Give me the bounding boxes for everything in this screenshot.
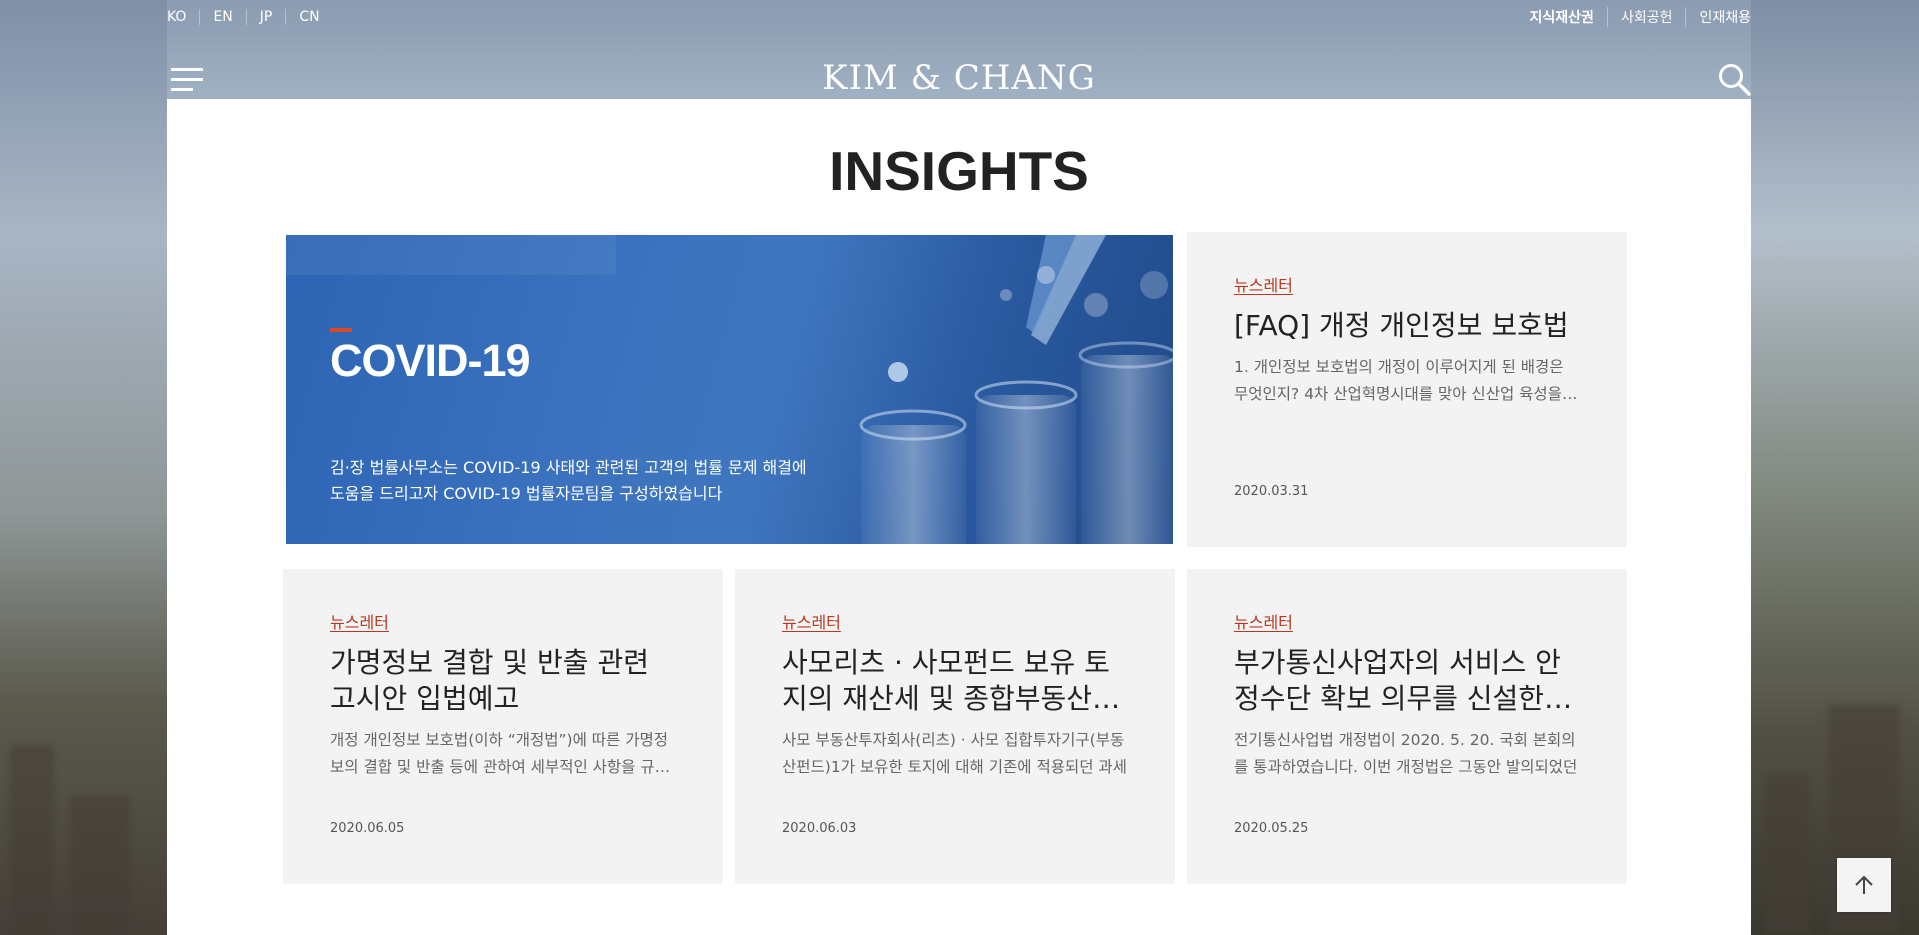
- card-title[interactable]: 가명정보 결합 및 반출 관련 고시안 입법예고: [330, 645, 676, 717]
- utility-links: 지식재산권 사회공헌 인재채용: [1517, 7, 1751, 27]
- feature-description-line: 도움을 드리고자 COVID-19 법률자문팀을 구성하였습니다: [330, 484, 723, 503]
- content-panel: INSIGHTS COVID-19 김·장 법률사무소는 COVID-19 사태…: [167, 99, 1751, 935]
- card-category-link[interactable]: 뉴스레터: [1234, 272, 1293, 296]
- background-building: [1765, 775, 1809, 935]
- insight-card[interactable]: 뉴스레터 사모리츠 · 사모펀드 보유 토지의 재산세 및 종합부동산세 과세 …: [735, 569, 1175, 884]
- card-date: 2020.03.31: [1234, 484, 1309, 499]
- covid-feature-banner[interactable]: COVID-19 김·장 법률사무소는 COVID-19 사태와 관련된 고객의…: [286, 235, 1173, 544]
- card-category-link[interactable]: 뉴스레터: [782, 609, 841, 633]
- search-icon[interactable]: [1717, 62, 1751, 96]
- card-date: 2020.05.25: [1234, 821, 1309, 836]
- card-category-link[interactable]: 뉴스레터: [1234, 609, 1293, 633]
- card-description: 사모 부동산투자회사(리츠) · 사모 집합투자기구(부동산펀드)1가 보유한 …: [782, 731, 1127, 776]
- site-logo[interactable]: KIM & CHANG: [822, 58, 1096, 98]
- careers-link[interactable]: 인재채용: [1685, 7, 1751, 27]
- feature-title: COVID-19: [330, 335, 531, 386]
- card-description: 1. 개인정보 보호법의 개정이 이루어지게 된 배경은 무엇인지? 4차 산업…: [1234, 358, 1564, 403]
- social-contribution-link[interactable]: 사회공헌: [1606, 7, 1686, 27]
- card-description: 개정 개인정보 보호법(이하 “개정법”)에 따른 가명정보의 결합 및 반출 …: [330, 731, 669, 776]
- background-building: [70, 795, 130, 935]
- insight-card[interactable]: 뉴스레터 부가통신사업자의 서비스 안정수단 확보 의무를 신설한 전기통신사업…: [1187, 569, 1627, 884]
- hamburger-menu-icon[interactable]: [171, 68, 203, 96]
- ip-link[interactable]: 지식재산권: [1517, 7, 1607, 27]
- site-header: KIM & CHANG: [167, 34, 1751, 99]
- arrow-up-icon: [1855, 875, 1873, 894]
- lang-cn-link[interactable]: CN: [285, 9, 332, 25]
- background-building: [10, 745, 54, 935]
- lang-jp-link[interactable]: JP: [245, 9, 286, 25]
- page-title: INSIGHTS: [829, 140, 1089, 202]
- feature-description: 김·장 법률사무소는 COVID-19 사태와 관련된 고객의 법률 문제 해결…: [330, 455, 870, 507]
- feature-accent-bar: [330, 328, 352, 332]
- top-utility-bar: KO EN JP CN 지식재산권 사회공헌 인재채용: [167, 0, 1751, 34]
- card-title[interactable]: [FAQ] 개정 개인정보 보호법: [1234, 308, 1580, 344]
- insight-card[interactable]: 뉴스레터 [FAQ] 개정 개인정보 보호법 1. 개인정보 보호법의 개정이 …: [1187, 232, 1627, 547]
- feature-description-line: 김·장 법률사무소는 COVID-19 사태와 관련된 고객의 법률 문제 해결…: [330, 458, 807, 477]
- lang-en-link[interactable]: EN: [199, 9, 245, 25]
- card-date: 2020.06.05: [330, 821, 405, 836]
- card-description: 전기통신사업법 개정법이 2020. 5. 20. 국회 본회의를 통과하였습니…: [1234, 731, 1578, 776]
- lang-ko-link[interactable]: KO: [167, 9, 199, 25]
- back-to-top-button[interactable]: [1837, 858, 1891, 912]
- card-category-link[interactable]: 뉴스레터: [330, 609, 389, 633]
- card-date: 2020.06.03: [782, 821, 857, 836]
- card-title[interactable]: 부가통신사업자의 서비스 안정수단 확보 의무를 신설한 전기통신사업법 개정: [1234, 645, 1580, 717]
- insight-card[interactable]: 뉴스레터 가명정보 결합 및 반출 관련 고시안 입법예고 개정 개인정보 보호…: [283, 569, 723, 884]
- language-selector: KO EN JP CN: [167, 9, 333, 25]
- card-title[interactable]: 사모리츠 · 사모펀드 보유 토지의 재산세 및 종합부동산세 과세 방식 변경: [782, 645, 1128, 717]
